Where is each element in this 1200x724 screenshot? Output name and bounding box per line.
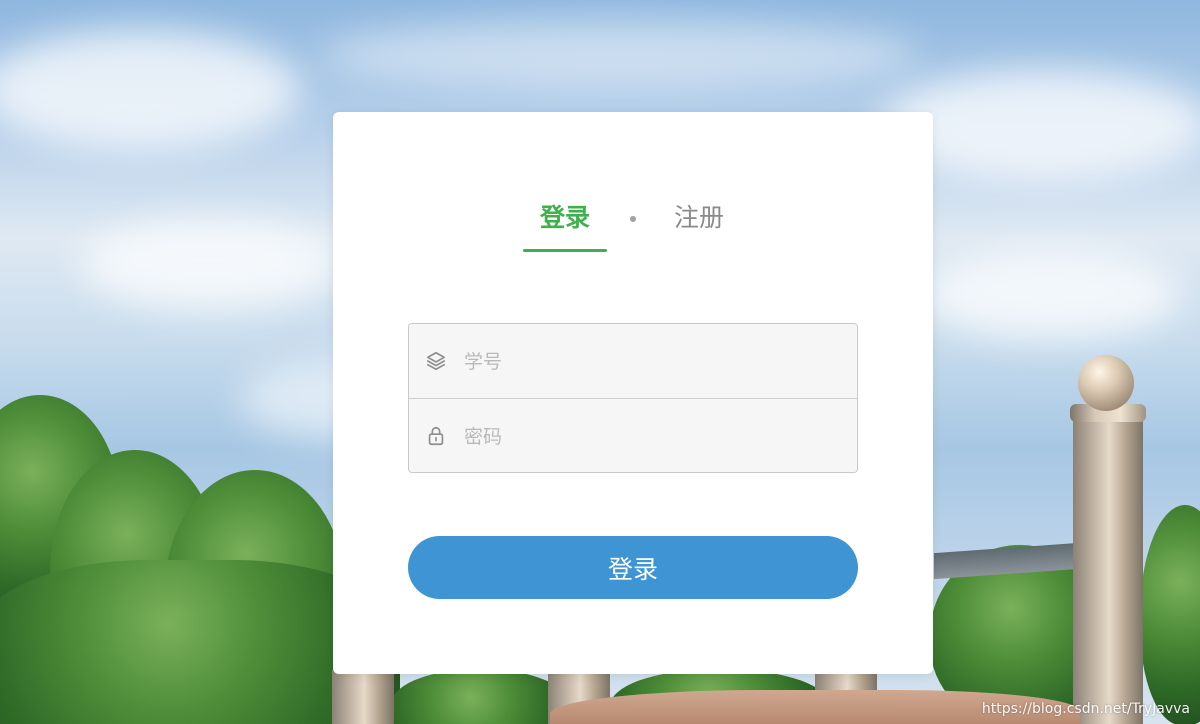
login-form-box bbox=[408, 323, 858, 473]
lock-icon bbox=[425, 425, 447, 447]
login-tab[interactable]: 登录 bbox=[523, 202, 607, 252]
background-cloud bbox=[0, 30, 300, 150]
password-input[interactable] bbox=[462, 399, 846, 472]
register-tab[interactable]: 注册 bbox=[669, 202, 729, 252]
active-tab-underline bbox=[523, 249, 607, 252]
background-cloud bbox=[80, 220, 340, 310]
password-row bbox=[409, 399, 857, 472]
student-id-row bbox=[409, 324, 857, 400]
background-tree bbox=[1140, 505, 1200, 724]
login-card: 登录 注册 学号 登录 bbox=[333, 112, 933, 674]
background-column-base bbox=[332, 670, 394, 724]
login-tab-label: 登录 bbox=[539, 203, 590, 232]
background-pillar-ball bbox=[1078, 355, 1134, 411]
watermark-text: https://blog.csdn.net/TryJavva bbox=[981, 701, 1190, 717]
auth-tabs: 登录 注册 bbox=[333, 202, 933, 252]
layers-icon bbox=[425, 350, 447, 372]
login-submit-button[interactable]: 登录 bbox=[408, 536, 858, 599]
background-pillar bbox=[1073, 405, 1143, 724]
background-cloud bbox=[320, 20, 920, 90]
login-page: 登录 注册 学号 登录 https://blog.csdn.net/TryJav… bbox=[0, 0, 1200, 724]
student-id-input[interactable] bbox=[462, 324, 846, 400]
register-tab-label: 注册 bbox=[673, 203, 724, 232]
background-cloud bbox=[920, 250, 1180, 340]
background-tree bbox=[390, 670, 570, 724]
tab-separator-dot bbox=[630, 216, 636, 222]
